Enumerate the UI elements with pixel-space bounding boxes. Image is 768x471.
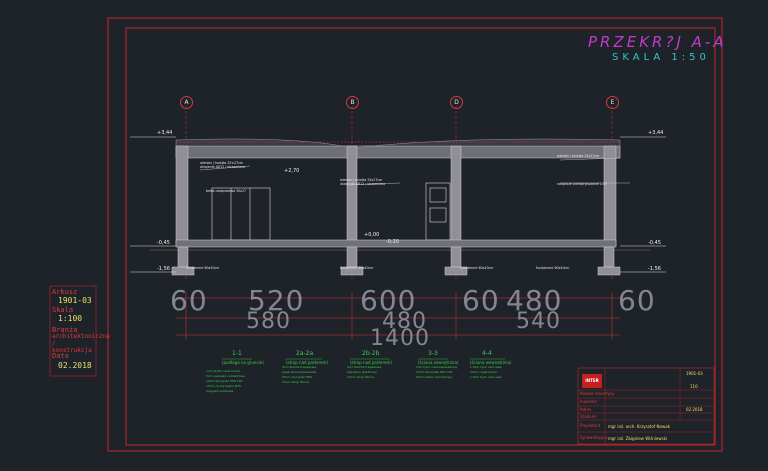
sheet-label: Arkusz [52, 288, 78, 296]
svg-text:1.5cm tynk cem-wap: 1.5cm tynk cem-wap [470, 375, 502, 379]
tb-sheet-num: 110 [690, 384, 698, 389]
level-label: -0,45 [648, 240, 661, 246]
level-label: -1,56 [157, 266, 170, 272]
level-label: -1,56 [648, 266, 661, 272]
level-label: +0,00 [364, 232, 380, 238]
legend-layers: 1cm płytki ceramiczne 5cm wylewka cement… [206, 365, 502, 393]
dimension-value: 540 [516, 309, 561, 334]
svg-text:15cm chudy beton B15: 15cm chudy beton B15 [206, 384, 241, 388]
svg-text:papa termozgrzewalna: papa termozgrzewalna [282, 370, 317, 374]
grid-label-a: A [180, 96, 193, 109]
tb-row-label: Adres [580, 407, 592, 412]
cad-drawing-canvas: wieniec / kolejka 25×27cm zbrojenie 4Ø12… [49, 17, 723, 452]
level-label: +3,44 [157, 130, 173, 136]
tb-row-label: Sprawdzający [580, 435, 608, 440]
drawing-title: PRZEKR?J A-A [588, 33, 727, 51]
legend-sub: (ściana zewnętrzna) [418, 360, 459, 365]
legend-head: 1-1 [232, 350, 242, 357]
svg-text:25cm beton komórkowy: 25cm beton komórkowy [416, 375, 452, 379]
roof-slab [175, 145, 621, 159]
wall-e [603, 145, 617, 247]
svg-text:nadproże prefabrykowane L-19: nadproże prefabrykowane L-19 [557, 182, 607, 186]
tb-date: 02.2018 [686, 407, 703, 412]
svg-text:10cm styropian EPS 100: 10cm styropian EPS 100 [206, 379, 243, 383]
svg-text:posypka piaskowa: posypka piaskowa [206, 389, 234, 393]
door [425, 182, 451, 241]
svg-text:25cm styropian EPS: 25cm styropian EPS [282, 375, 312, 379]
company-logo: INTER [582, 374, 602, 388]
grid-label-b: B [346, 96, 359, 109]
svg-text:15cm styropian EPS 031: 15cm styropian EPS 031 [416, 370, 453, 374]
svg-text:fundament 60x40cm: fundament 60x40cm [186, 266, 219, 270]
foundations [171, 246, 621, 276]
dimension-value: 580 [246, 309, 291, 334]
svg-text:23cm strop Teriva: 23cm strop Teriva [282, 380, 309, 384]
svg-text:belka nadprożowa 30x27: belka nadprożowa 30x27 [206, 189, 246, 193]
svg-text:24cm cegła pełna: 24cm cegła pełna [470, 370, 497, 374]
svg-text:1.5cm tynk cem-wap: 1.5cm tynk cem-wap [470, 365, 502, 369]
svg-text:5cm wylewka cementowa: 5cm wylewka cementowa [206, 374, 245, 378]
tb-row-label: Nazwa inwestycji [580, 391, 615, 396]
wall-a [175, 145, 189, 247]
svg-text:fundament 60x40cm: fundament 60x40cm [460, 266, 493, 270]
legend-head: 4-4 [482, 350, 492, 357]
legend-head: 2b-2b [362, 350, 380, 357]
grid-label-d: D [450, 96, 463, 109]
legend-sub: (strop nad parterem) [350, 360, 392, 365]
legend-head: 2a-2a [296, 350, 314, 357]
wall-d [450, 145, 462, 247]
level-label: -0,20 [386, 239, 399, 245]
svg-text:23cm strop Teriva: 23cm strop Teriva [347, 375, 374, 379]
dimension-value: 60 [618, 284, 656, 317]
level-label: -0,45 [157, 240, 170, 246]
svg-text:zbrojenie 4Ø12 / strzemiona: zbrojenie 4Ø12 / strzemiona [340, 181, 385, 186]
svg-text:4cm blacha trapezowa: 4cm blacha trapezowa [347, 365, 381, 369]
tb-row-label: Stadium [580, 414, 597, 419]
tb-designer: mgr inż. arch. Krzysztof Nowak [608, 424, 671, 429]
level-label: +2,70 [284, 168, 300, 174]
dimension-value: 60 [462, 284, 500, 317]
outer-frame [107, 17, 723, 452]
tb-sheet-no: 1901-03 [686, 371, 703, 376]
tb-checker: mgr inż. Zbigniew Wiśniewski [608, 436, 668, 441]
window-glazing [211, 187, 271, 241]
svg-text:styropian spadkowy: styropian spadkowy [347, 370, 377, 374]
date-value: 02.2018 [58, 361, 92, 370]
branch-value: architektoniczna / konstrukcja [52, 333, 110, 354]
svg-text:fundament 60x40cm: fundament 60x40cm [340, 266, 373, 270]
drawing-scale: SKALA 1:50 [612, 52, 710, 63]
svg-text:fundament 60x40cm: fundament 60x40cm [536, 266, 569, 270]
tb-row-label: Projektant [580, 423, 601, 428]
tb-row-label: Inwestor [580, 399, 598, 404]
scale-value: 1:100 [58, 314, 83, 323]
level-label: +3,44 [648, 130, 664, 136]
dimension-value: 60 [170, 284, 208, 317]
svg-text:zbrojenie 4Ø12 / strzemiona: zbrojenie 4Ø12 / strzemiona [200, 164, 245, 169]
legend-sub: (strop nad parterem) [286, 360, 328, 365]
grid-label-e: E [606, 96, 619, 109]
date-label: Data [52, 352, 69, 360]
svg-text:1cm płytki ceramiczne: 1cm płytki ceramiczne [206, 369, 240, 373]
dimension-total: 1400 [370, 326, 430, 351]
scale-label: Skala [52, 306, 74, 314]
svg-text:4cm blacha trapezowa: 4cm blacha trapezowa [282, 365, 316, 369]
annotation-leaders [199, 157, 630, 186]
svg-text:1cm tynk cienkowarstwowy: 1cm tynk cienkowarstwowy [416, 365, 458, 369]
legend-sub: (podłoga na gruncie) [222, 360, 264, 365]
sheet-value: 1901-03 [58, 296, 92, 305]
legend-sub: (ściana wewnętrzna) [470, 360, 512, 365]
legend-head: 3-3 [428, 350, 438, 357]
svg-text:wieniec / kolejka 25x27cm: wieniec / kolejka 25x27cm [557, 154, 599, 158]
wall-b [346, 145, 358, 247]
annotation-notes: wieniec / kolejka 25×27cm zbrojenie 4Ø12… [186, 154, 607, 270]
